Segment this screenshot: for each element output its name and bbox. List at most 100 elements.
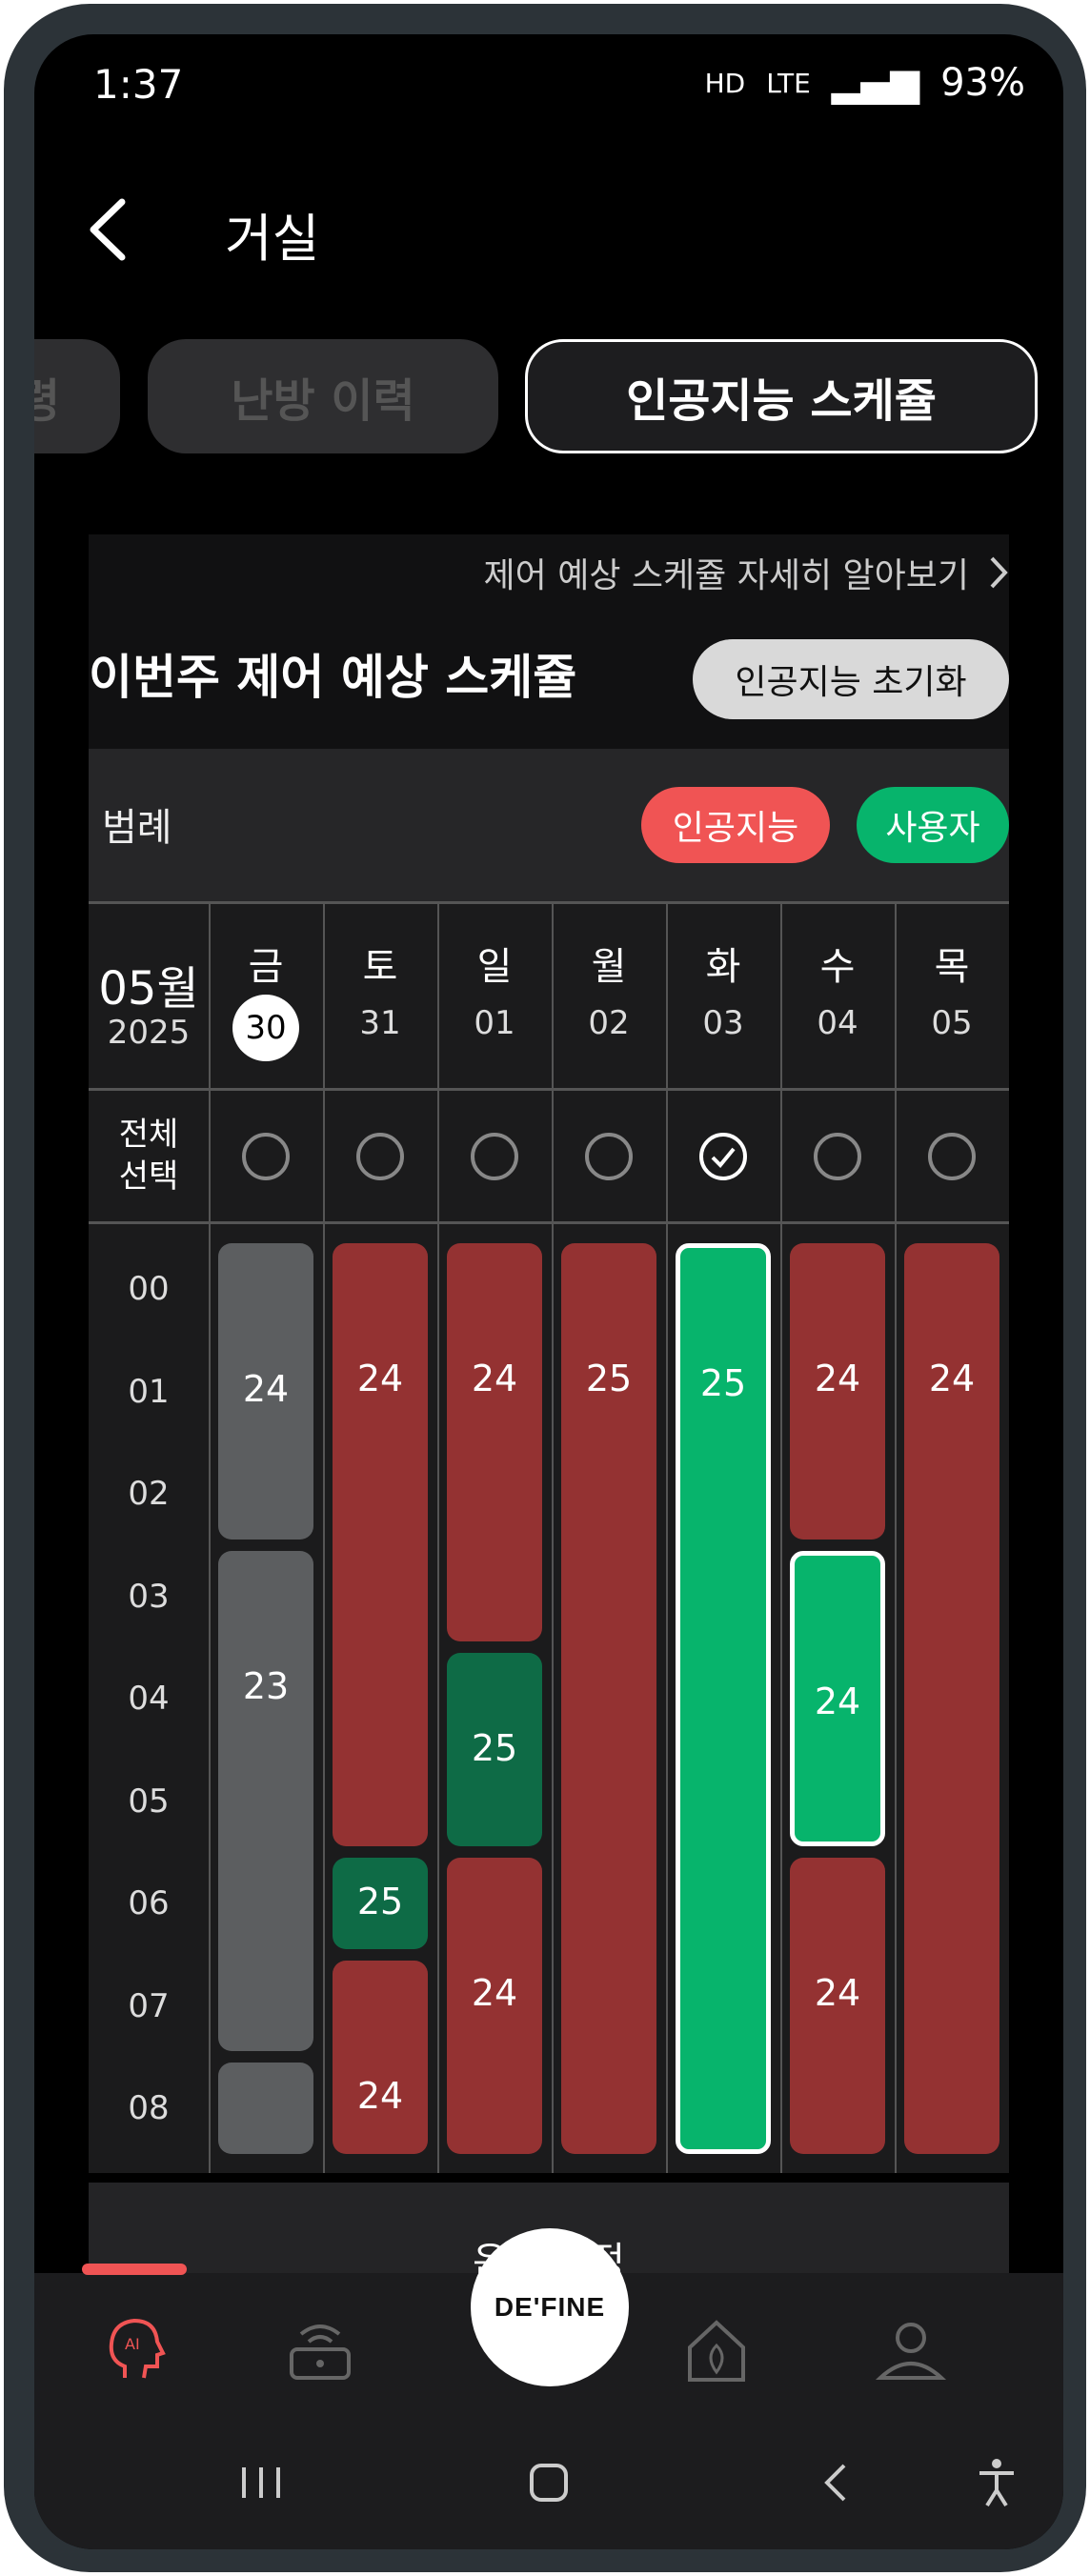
day-name: 월 — [591, 945, 627, 989]
day-name: 금 — [248, 945, 284, 989]
day-checkbox[interactable] — [356, 1133, 404, 1180]
day-header[interactable]: 금 30 — [209, 901, 323, 1088]
recent-apps-icon[interactable] — [232, 2454, 290, 2511]
schedule-temp: 24 — [814, 1972, 861, 2014]
schedule-block[interactable]: 25 — [333, 1858, 428, 1949]
more-info-label: 제어 예상 스케쥴 자세히 알아보기 — [483, 556, 969, 595]
svg-text:AI: AI — [125, 2335, 140, 2353]
accessibility-icon[interactable] — [968, 2454, 1025, 2511]
chevron-right-icon — [990, 556, 1008, 589]
ai-reset-button[interactable]: 인공지능 초기화 — [693, 639, 1009, 719]
day-number: 30 — [232, 995, 299, 1061]
day-checkbox[interactable] — [814, 1133, 861, 1180]
day-checkbox[interactable] — [585, 1133, 633, 1180]
day-header[interactable]: 목 05 — [895, 901, 1009, 1088]
check-icon — [711, 1147, 736, 1168]
signal-icon: ▂▄▆ — [831, 61, 920, 105]
day-header[interactable]: 수 04 — [780, 901, 895, 1088]
schedule-block[interactable]: 25 — [561, 1243, 656, 2154]
tab-previous[interactable]: 령 — [34, 339, 120, 453]
app-bar: 거실 — [34, 149, 1063, 292]
day-checkbox[interactable] — [928, 1133, 976, 1180]
define-logo-button[interactable]: DE'FINE — [471, 2228, 629, 2386]
hour-label: 03 — [128, 1577, 170, 1616]
hour-label: 05 — [128, 1781, 170, 1821]
schedule-block[interactable]: 25 — [447, 1653, 542, 1846]
schedule-block[interactable]: 24 — [447, 1243, 542, 1641]
schedule-block[interactable] — [218, 2063, 313, 2154]
schedule-temp: 24 — [471, 1358, 518, 1399]
schedule-temp: 25 — [356, 1880, 404, 1922]
back-arrow-icon[interactable] — [82, 196, 139, 263]
home-button-icon[interactable] — [520, 2454, 577, 2511]
legend-user-badge: 사용자 — [857, 787, 1009, 863]
schedule-temp: 24 — [814, 1680, 861, 1722]
day-header[interactable]: 화 03 — [666, 901, 780, 1088]
ai-head-icon[interactable]: AI — [96, 2311, 172, 2387]
day-header[interactable]: 일 01 — [437, 901, 552, 1088]
day-number: 01 — [474, 1004, 515, 1042]
screen: 1:37 HD LTE ▂▄▆ 93% 거실 령 난방 이력 인공지능 스케쥴 … — [34, 34, 1063, 2549]
system-nav-bar — [34, 2416, 1063, 2549]
hour-label: 02 — [128, 1475, 170, 1513]
grid-vline — [666, 901, 668, 2173]
grid-hline — [89, 1221, 1009, 1224]
schedule-block[interactable]: 24 — [790, 1243, 885, 1540]
profile-icon[interactable] — [873, 2311, 949, 2387]
day-checkbox-checked[interactable] — [699, 1133, 747, 1180]
select-row: 전체 선택 — [89, 1091, 1009, 1221]
select-all-label[interactable]: 전체 선택 — [89, 1114, 209, 1197]
day-checkbox[interactable] — [242, 1133, 290, 1180]
schedule-block[interactable]: 24 — [218, 1243, 313, 1540]
status-icons: HD LTE ▂▄▆ 93% — [705, 61, 1025, 105]
day-number: 04 — [817, 1004, 858, 1042]
tab-ai-schedule[interactable]: 인공지능 스케쥴 — [525, 339, 1038, 453]
battery-text: 93% — [940, 61, 1025, 105]
hour-label: 08 — [128, 2089, 170, 2127]
day-name: 목 — [934, 945, 970, 989]
schedule-block[interactable]: 23 — [218, 1550, 313, 2051]
schedule-block[interactable]: 24 — [333, 1960, 428, 2154]
legend-label: 범례 — [102, 806, 172, 850]
system-back-icon[interactable] — [808, 2454, 865, 2511]
schedule-block[interactable]: 24 — [447, 1858, 542, 2154]
schedule-temp: 24 — [814, 1358, 861, 1399]
schedule-temp: 24 — [928, 1358, 976, 1399]
hour-label: 01 — [128, 1372, 170, 1411]
hour-label: 06 — [128, 1884, 170, 1922]
content: 령 난방 이력 인공지능 스케쥴 제어 예상 스케쥴 자세히 알아보기 이번주 … — [34, 292, 1063, 2335]
grid-vline — [552, 901, 554, 2173]
schedule-block[interactable]: 24 — [790, 1550, 885, 1846]
tab-heating-history[interactable]: 난방 이력 — [148, 339, 498, 453]
schedule-temp: 25 — [471, 1726, 518, 1769]
day-name: 토 — [362, 945, 398, 989]
day-name: 일 — [476, 945, 513, 989]
day-number: 05 — [931, 1004, 973, 1042]
schedule-grid: 05월 2025 전체 선택 금 30 토 31 일 01 월 02 화 03 수 04 목 05 00 01 0… — [89, 901, 1009, 2173]
day-checkbox[interactable] — [471, 1133, 518, 1180]
schedule-temp: 24 — [471, 1972, 518, 2014]
day-number: 31 — [359, 1004, 401, 1042]
active-tab-indicator — [82, 2264, 187, 2275]
year-label: 2025 — [107, 1014, 191, 1052]
home-leaf-icon[interactable] — [678, 2311, 755, 2387]
status-time: 1:37 — [93, 61, 184, 108]
schedule-temp: 24 — [356, 1358, 404, 1399]
day-header[interactable]: 월 02 — [552, 901, 666, 1088]
legend: 범례 인공지능 사용자 — [89, 749, 1009, 901]
router-icon[interactable] — [282, 2311, 358, 2387]
grid-vline — [437, 901, 439, 2173]
day-header[interactable]: 토 31 — [323, 901, 437, 1088]
day-number: 02 — [588, 1004, 630, 1042]
schedule-block[interactable]: 24 — [333, 1243, 428, 1846]
grid-vline — [780, 901, 782, 2173]
status-bar: 1:37 HD LTE ▂▄▆ 93% — [34, 34, 1063, 149]
schedule-block[interactable]: 24 — [904, 1243, 999, 2154]
schedule-block[interactable]: 24 — [790, 1858, 885, 2154]
more-info-link[interactable]: 제어 예상 스케쥴 자세히 알아보기 — [484, 544, 1009, 601]
network-icon: LTE — [766, 67, 811, 99]
schedule-temp: 24 — [242, 1368, 290, 1411]
grid-vline — [895, 901, 897, 2173]
schedule-block[interactable]: 25 — [676, 1243, 771, 2154]
day-name: 화 — [705, 945, 741, 989]
